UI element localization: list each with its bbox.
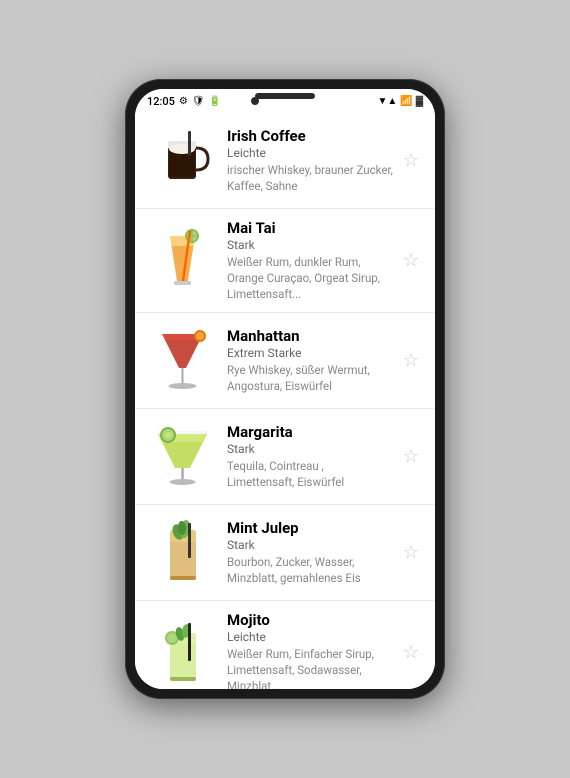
drink-name: Irish Coffee	[227, 127, 393, 145]
drink-name: Margarita	[227, 423, 393, 441]
drink-info-mai-tai: Mai Tai Stark Weißer Rum, dunkler Rum, O…	[227, 219, 393, 302]
drink-name: Mai Tai	[227, 219, 393, 237]
drink-info-mojito: Mojito Leichte Weißer Rum, Einfacher Sir…	[227, 611, 393, 689]
drink-name: Manhattan	[227, 327, 393, 345]
drink-ingredients: irischer Whiskey, brauner Zucker, Kaffee…	[227, 162, 393, 194]
battery-level-icon: ▓	[416, 96, 423, 107]
list-item[interactable]: Margarita Stark Tequila, Cointreau , Lim…	[135, 409, 435, 505]
drink-image-mint-julep	[147, 515, 217, 590]
drink-ingredients: Weißer Rum, dunkler Rum, Orange Curaçao,…	[227, 254, 393, 302]
list-item[interactable]: Manhattan Extrem Starke Rye Whiskey, süß…	[135, 313, 435, 409]
drink-strength: Extrem Starke	[227, 346, 393, 360]
star-button[interactable]: ☆	[399, 149, 423, 173]
drink-info-irish-coffee: Irish Coffee Leichte irischer Whiskey, b…	[227, 127, 393, 194]
drink-image-irish-coffee	[147, 123, 217, 198]
drink-image-mojito	[147, 615, 217, 689]
star-button[interactable]: ☆	[399, 445, 423, 469]
time-display: 12:05	[147, 95, 175, 108]
wifi-icon: ▼▲	[377, 96, 397, 107]
drink-strength: Leichte	[227, 630, 393, 644]
signal-icon: 📶	[400, 96, 412, 107]
drink-info-mint-julep: Mint Julep Stark Bourbon, Zucker, Wasser…	[227, 519, 393, 586]
status-right: ▼▲ 📶 ▓	[377, 96, 423, 107]
star-button[interactable]: ☆	[399, 641, 423, 665]
drink-strength: Stark	[227, 442, 393, 456]
drink-list: Irish Coffee Leichte irischer Whiskey, b…	[135, 113, 435, 689]
drink-image-manhattan	[147, 323, 217, 398]
speaker	[255, 93, 315, 99]
drink-ingredients: Rye Whiskey, süßer Wermut, Angostura, Ei…	[227, 362, 393, 394]
drink-list-container: Irish Coffee Leichte irischer Whiskey, b…	[135, 113, 435, 689]
drink-name: Mojito	[227, 611, 393, 629]
phone-device: 12:05 ⚙ 🛡 🔋 ▼▲ 📶 ▓	[125, 79, 445, 699]
shield-icon: 🛡	[192, 96, 205, 107]
drink-image-margarita	[147, 419, 217, 494]
list-item[interactable]: Mojito Leichte Weißer Rum, Einfacher Sir…	[135, 601, 435, 689]
list-item[interactable]: Mai Tai Stark Weißer Rum, dunkler Rum, O…	[135, 209, 435, 313]
star-button[interactable]: ☆	[399, 349, 423, 373]
drink-info-manhattan: Manhattan Extrem Starke Rye Whiskey, süß…	[227, 327, 393, 394]
drink-ingredients: Tequila, Cointreau , Limettensaft, Eiswü…	[227, 458, 393, 490]
star-button[interactable]: ☆	[399, 249, 423, 273]
status-left: 12:05 ⚙ 🛡 🔋	[147, 95, 221, 108]
drink-ingredients: Weißer Rum, Einfacher Sirup, Limettensaf…	[227, 646, 393, 689]
drink-strength: Stark	[227, 238, 393, 252]
phone-screen: 12:05 ⚙ 🛡 🔋 ▼▲ 📶 ▓	[135, 89, 435, 689]
list-item[interactable]: Irish Coffee Leichte irischer Whiskey, b…	[135, 113, 435, 209]
drink-ingredients: Bourbon, Zucker, Wasser, Minzblatt, gema…	[227, 554, 393, 586]
battery-icon: 🔋	[209, 96, 221, 107]
gear-icon: ⚙	[179, 96, 188, 107]
drink-image-mai-tai	[147, 223, 217, 298]
star-button[interactable]: ☆	[399, 541, 423, 565]
list-item[interactable]: Mint Julep Stark Bourbon, Zucker, Wasser…	[135, 505, 435, 601]
drink-strength: Stark	[227, 538, 393, 552]
drink-strength: Leichte	[227, 146, 393, 160]
drink-info-margarita: Margarita Stark Tequila, Cointreau , Lim…	[227, 423, 393, 490]
drink-name: Mint Julep	[227, 519, 393, 537]
